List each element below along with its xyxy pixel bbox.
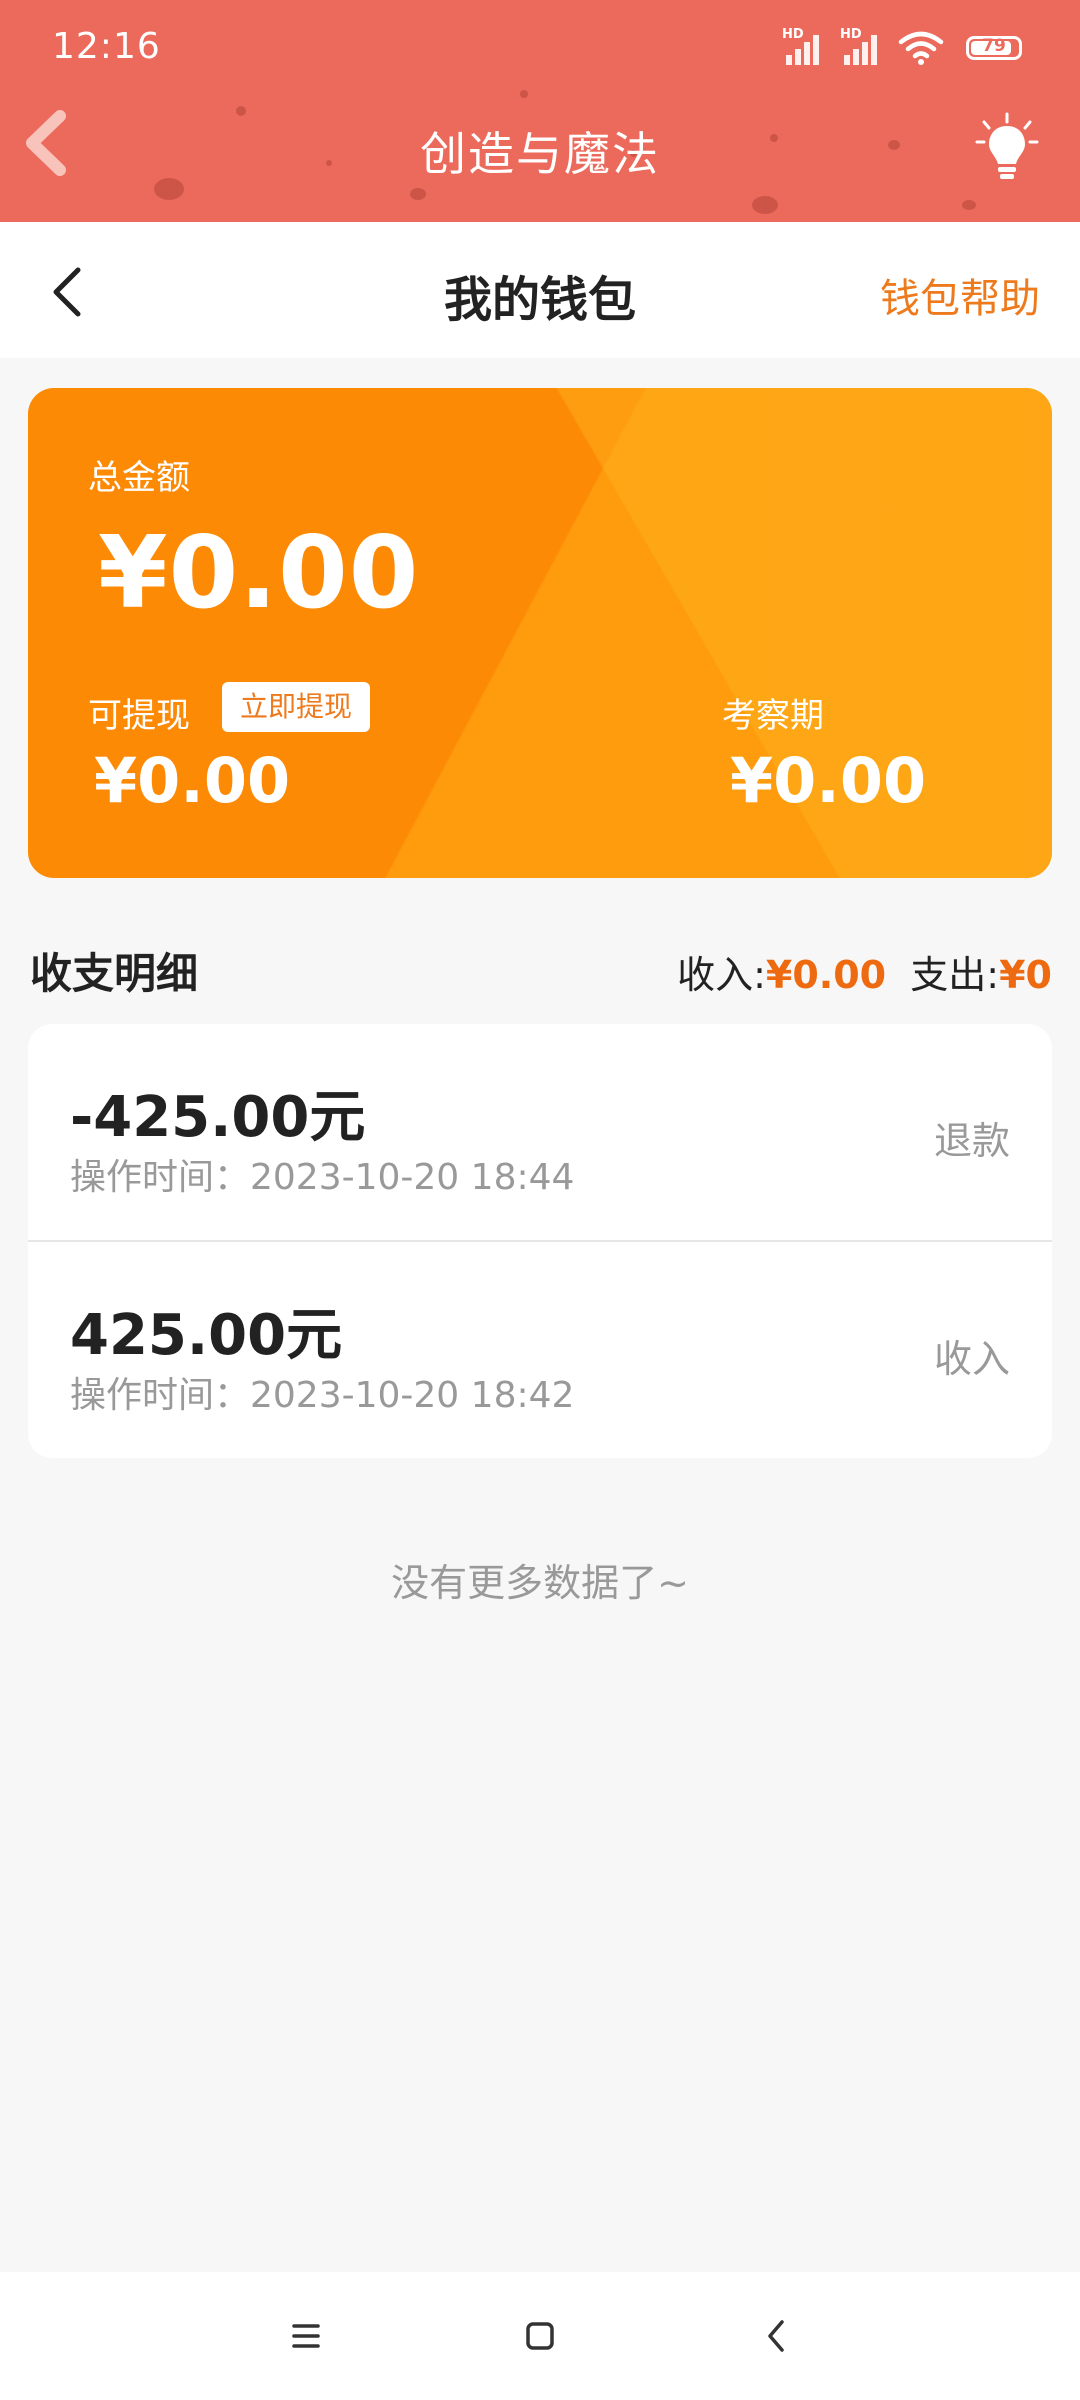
signal-hd-label: HD: [782, 27, 804, 42]
signal-icon: HD: [782, 27, 824, 65]
texture-dot: [962, 200, 976, 210]
battery-icon: 79: [966, 36, 1022, 60]
texture-dot: [236, 106, 246, 116]
signal-icon: HD: [840, 27, 882, 65]
details-title: 收支明细: [30, 949, 199, 998]
app-title: 创造与魔法: [420, 127, 660, 181]
withdrawable-amount: ¥0.00: [94, 744, 291, 817]
review-period-amount: ¥0.00: [730, 744, 927, 817]
navigation-bar: [0, 2272, 1080, 2400]
records-list: -425.00元 操作时间：2023-10-20 18:44 退款 425.00…: [28, 1024, 1052, 1458]
home-icon[interactable]: [512, 2308, 568, 2364]
income-label: 收入:: [677, 953, 766, 997]
record-type: 退款: [933, 1119, 1010, 1163]
total-label: 总金额: [88, 458, 190, 498]
menu-icon[interactable]: [278, 2308, 334, 2364]
lightbulb-icon[interactable]: [974, 112, 1040, 182]
app-bar: 12:16 HD HD 79 创造与魔法: [0, 0, 1080, 222]
details-summary: 收入:¥0.00 支出:¥0: [677, 944, 1052, 999]
withdraw-button[interactable]: 立即提现: [222, 682, 371, 732]
wallet-card: 总金额 ¥0.00 可提现 立即提现 ¥0.00 考察期 ¥0.00: [28, 388, 1052, 878]
total-amount: ¥0.00: [98, 514, 420, 631]
review-period-label: 考察期: [722, 696, 824, 736]
record-amount: 425.00元: [70, 1303, 343, 1368]
battery-level: 79: [982, 36, 1006, 56]
withdrawable-label: 可提现: [88, 696, 190, 736]
expense-label: 支出:: [910, 953, 1000, 997]
texture-dot: [752, 196, 778, 214]
page-header: 我的钱包 钱包帮助: [0, 222, 1080, 358]
expense-value: ¥0: [999, 953, 1052, 997]
list-item[interactable]: 425.00元 操作时间：2023-10-20 18:42 收入: [28, 1240, 1052, 1456]
wifi-icon: [898, 31, 944, 65]
signal-hd-label: HD: [840, 27, 862, 42]
record-type: 收入: [933, 1337, 1010, 1381]
no-more-data-text: 没有更多数据了~: [391, 1561, 689, 1605]
record-time: 操作时间：2023-10-20 18:42: [70, 1375, 575, 1416]
record-amount: -425.00元: [70, 1085, 366, 1150]
back-icon[interactable]: [750, 2308, 806, 2364]
income-value: ¥0.00: [765, 953, 887, 997]
texture-dot: [410, 188, 426, 200]
wallet-help-link[interactable]: 钱包帮助: [880, 266, 1040, 324]
record-time: 操作时间：2023-10-20 18:44: [70, 1157, 575, 1198]
list-item[interactable]: -425.00元 操作时间：2023-10-20 18:44 退款: [28, 1024, 1052, 1240]
status-icons: HD HD 79: [782, 27, 1022, 66]
status-time: 12:16: [52, 26, 161, 67]
texture-dot: [520, 90, 528, 98]
